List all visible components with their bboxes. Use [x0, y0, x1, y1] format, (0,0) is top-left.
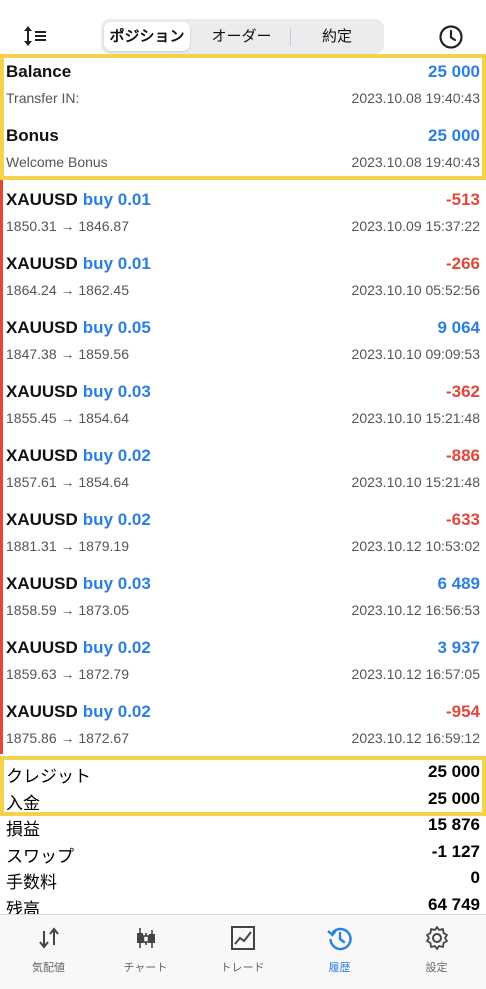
top-bar: ポジション オーダー 約定: [0, 0, 486, 56]
deal-row[interactable]: XAUUSD buy 0.03 1858.59 → 1873.05 6 489 2023…: [0, 566, 486, 630]
tabbar-label: チャート: [123, 962, 168, 974]
deal-prices: 1855.45 → 1854.64: [6, 410, 129, 426]
deal-row[interactable]: XAUUSD buy 0.02 1875.86 → 1872.67 -954 2023.…: [0, 694, 486, 758]
deal-time: 2023.10.09 15:37:22: [351, 218, 480, 234]
deal-profit: -954: [445, 702, 480, 721]
summary-value: -1 127: [431, 841, 480, 861]
deal-title: XAUUSD buy 0.02: [6, 446, 151, 466]
deal-prices: 1850.31 → 1846.87: [6, 218, 129, 234]
tabbar-label: トレード: [220, 962, 265, 974]
deal-row[interactable]: XAUUSD buy 0.02 1881.31 → 1879.19 -633 2023.…: [0, 502, 486, 566]
deal-profit: 6 489: [437, 574, 480, 593]
deal-side-volume: buy 0.02: [82, 638, 151, 657]
history-mode-segmented-control: ポジション オーダー 約定: [101, 19, 384, 54]
bottom-tab-bar: 気配値 チャート トレード 履歴 設定: [0, 914, 486, 989]
deal-side-volume: buy 0.02: [82, 702, 151, 721]
tabbar-chart[interactable]: チャート: [97, 915, 194, 989]
deal-profit: 3 937: [437, 638, 480, 657]
tabbar-label: 気配値: [32, 962, 65, 974]
deal-time: 2023.10.10 09:09:53: [351, 346, 480, 362]
deal-title: XAUUSD buy 0.03: [6, 382, 151, 402]
deal-time: 2023.10.12 16:59:12: [351, 730, 480, 746]
deal-side-volume: buy 0.02: [82, 510, 151, 529]
deal-title: XAUUSD buy 0.02: [6, 510, 151, 530]
tabbar-label: 履歴: [328, 962, 351, 974]
tabbar-trade[interactable]: トレード: [194, 915, 291, 989]
clock-icon[interactable]: [438, 24, 464, 50]
deal-side-volume: buy 0.03: [82, 382, 151, 401]
deal-symbol: XAUUSD: [6, 510, 78, 529]
deal-side-volume: buy 0.01: [82, 190, 151, 209]
deal-prices: 1859.63 → 1872.79: [6, 666, 129, 682]
deal-symbol: XAUUSD: [6, 382, 78, 401]
summary-row: スワップ -1 127: [0, 839, 486, 866]
tab-orders[interactable]: オーダー: [194, 22, 289, 51]
deal-title: XAUUSD buy 0.02: [6, 638, 151, 658]
summary-value: 64 749: [428, 894, 480, 914]
deal-row[interactable]: XAUUSD buy 0.01 1864.24 → 1862.45 -266 2023.…: [0, 246, 486, 310]
deal-time: 2023.10.10 15:21:48: [351, 410, 480, 426]
credit-deposit-highlight-box: [0, 756, 486, 816]
summary-label: スワップ: [6, 846, 74, 866]
summary-value: 0: [470, 868, 480, 887]
deal-profit: 9 064: [437, 318, 480, 337]
deal-prices: 1875.86 → 1872.67: [6, 730, 129, 746]
summary-row: 手数料 0: [0, 865, 486, 892]
summary-value: 15 876: [428, 815, 480, 834]
deal-time: 2023.10.12 16:57:05: [351, 666, 480, 682]
quotes-arrows-icon: [39, 927, 59, 949]
segment-divider: [290, 28, 291, 46]
deal-title: XAUUSD buy 0.02: [6, 702, 151, 722]
tab-deals[interactable]: 約定: [293, 22, 381, 51]
deal-prices: 1857.61 → 1854.64: [6, 474, 129, 490]
deal-row[interactable]: XAUUSD buy 0.02 1859.63 → 1872.79 3 937 2023…: [0, 630, 486, 694]
deal-prices: 1864.24 → 1862.45: [6, 282, 129, 298]
deal-prices: 1858.59 → 1873.05: [6, 602, 129, 618]
deal-time: 2023.10.10 15:21:48: [351, 474, 480, 490]
sort-icon[interactable]: [22, 23, 48, 49]
deal-time: 2023.10.10 05:52:56: [351, 282, 480, 298]
deal-row[interactable]: XAUUSD buy 0.03 1855.45 → 1854.64 -362 2023.…: [0, 374, 486, 438]
trade-chart-icon: [231, 926, 255, 950]
candlestick-chart-icon: [137, 928, 155, 948]
deal-symbol: XAUUSD: [6, 190, 78, 209]
deal-symbol: XAUUSD: [6, 318, 78, 337]
deal-side-volume: buy 0.05: [82, 318, 151, 337]
deal-title: XAUUSD buy 0.05: [6, 318, 151, 338]
deal-side-volume: buy 0.03: [82, 574, 151, 593]
deal-time: 2023.10.12 16:56:53: [351, 602, 480, 618]
deal-row[interactable]: XAUUSD buy 0.05 1847.38 → 1859.56 9 064 2023…: [0, 310, 486, 374]
tab-positions[interactable]: ポジション: [104, 22, 190, 51]
deal-profit: -513: [445, 190, 480, 209]
tabbar-label: 設定: [425, 962, 448, 974]
deal-symbol: XAUUSD: [6, 702, 78, 721]
tabbar-quotes[interactable]: 気配値: [0, 915, 97, 989]
history-icon: [327, 927, 352, 951]
tabbar-settings[interactable]: 設定: [388, 915, 485, 989]
deal-prices: 1881.31 → 1879.19: [6, 538, 129, 554]
deal-title: XAUUSD buy 0.01: [6, 190, 151, 210]
summary-label: 手数料: [6, 873, 57, 892]
gear-icon: [426, 926, 448, 950]
deal-profit: -362: [445, 382, 480, 401]
deal-profit: -266: [445, 254, 480, 273]
deal-time: 2023.10.12 10:53:02: [351, 538, 480, 554]
deal-title: XAUUSD buy 0.01: [6, 254, 151, 274]
deal-side-volume: buy 0.01: [82, 254, 151, 273]
deal-title: XAUUSD buy 0.03: [6, 574, 151, 594]
deal-profit: -633: [445, 510, 480, 529]
summary-row: 損益 15 876: [0, 812, 486, 839]
deal-symbol: XAUUSD: [6, 574, 78, 593]
deal-profit: -886: [445, 446, 480, 465]
tabbar-history[interactable]: 履歴: [291, 915, 388, 989]
deal-row[interactable]: XAUUSD buy 0.01 1850.31 → 1846.87 -513 2023.…: [0, 182, 486, 246]
balance-highlight-box: [0, 54, 486, 180]
deal-side-volume: buy 0.02: [82, 446, 151, 465]
deal-symbol: XAUUSD: [6, 638, 78, 657]
summary-label: 損益: [6, 820, 40, 839]
deal-prices: 1847.38 → 1859.56: [6, 346, 129, 362]
deal-symbol: XAUUSD: [6, 446, 78, 465]
deal-row[interactable]: XAUUSD buy 0.02 1857.61 → 1854.64 -886 2023.…: [0, 438, 486, 502]
deal-symbol: XAUUSD: [6, 254, 78, 273]
